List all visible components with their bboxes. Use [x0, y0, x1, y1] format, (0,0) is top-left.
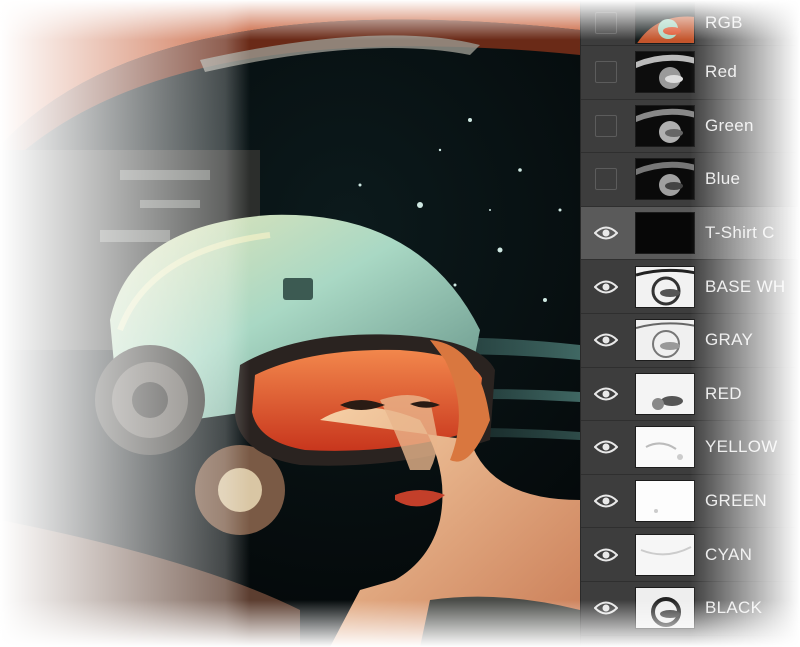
visibility-toggle[interactable] — [581, 314, 631, 367]
eye-icon[interactable] — [594, 225, 618, 241]
layer-label: GREEN — [705, 491, 767, 511]
visibility-toggle[interactable] — [581, 153, 631, 206]
visibility-toggle[interactable] — [581, 100, 631, 153]
layer-row-red[interactable]: RED — [581, 368, 800, 422]
eye-icon[interactable] — [594, 279, 618, 295]
visibility-toggle[interactable] — [581, 528, 631, 581]
app-window: RGB Red Green Blue T-Shirt C BASE WH GRA… — [0, 0, 800, 647]
visibility-checkbox[interactable] — [595, 61, 617, 84]
visibility-toggle[interactable] — [581, 0, 631, 45]
layer-thumbnail — [635, 480, 695, 523]
eye-icon[interactable] — [594, 547, 618, 563]
layer-label: YELLOW — [705, 437, 778, 457]
layer-row-base-white[interactable]: BASE WH — [581, 260, 800, 314]
retro-astronaut-illustration — [0, 0, 580, 647]
channel-thumbnail — [635, 1, 695, 44]
layer-row-green[interactable]: GREEN — [581, 475, 800, 529]
channel-label: Red — [705, 62, 738, 82]
layer-label: RED — [705, 383, 742, 403]
channel-label: Green — [705, 115, 754, 135]
visibility-toggle[interactable] — [581, 46, 631, 99]
artwork-canvas[interactable] — [0, 0, 580, 647]
layer-row-black[interactable]: BLACK — [581, 582, 800, 636]
channel-thumbnail — [635, 158, 695, 201]
layer-label: GRAY — [705, 330, 754, 350]
eye-icon[interactable] — [594, 386, 618, 402]
eye-icon[interactable] — [594, 493, 618, 509]
visibility-checkbox[interactable] — [595, 168, 617, 191]
layer-thumbnail — [635, 212, 695, 255]
visibility-checkbox[interactable] — [595, 11, 617, 34]
channel-row-red[interactable]: Red — [581, 46, 800, 100]
visibility-toggle[interactable] — [581, 582, 631, 635]
visibility-toggle[interactable] — [581, 368, 631, 421]
layer-thumbnail — [635, 426, 695, 469]
channel-label: RGB — [705, 12, 743, 32]
channel-thumbnail — [635, 51, 695, 94]
layer-label: CYAN — [705, 544, 753, 564]
layer-row-tshirt-color[interactable]: T-Shirt C — [581, 206, 800, 261]
layer-row-gray[interactable]: GRAY — [581, 314, 800, 368]
visibility-toggle[interactable] — [581, 475, 631, 528]
channel-row-green[interactable]: Green — [581, 100, 800, 154]
channel-label: Blue — [705, 169, 741, 189]
layer-label: BASE WH — [705, 276, 786, 296]
layer-row-yellow[interactable]: YELLOW — [581, 421, 800, 475]
eye-icon[interactable] — [594, 600, 618, 616]
layer-thumbnail — [635, 265, 695, 308]
layer-thumbnail — [635, 319, 695, 362]
layer-thumbnail — [635, 533, 695, 576]
eye-icon[interactable] — [594, 439, 618, 455]
eye-icon[interactable] — [594, 332, 618, 348]
visibility-checkbox[interactable] — [595, 114, 617, 137]
visibility-toggle[interactable] — [581, 421, 631, 474]
layer-thumbnail — [635, 372, 695, 415]
layer-thumbnail — [635, 587, 695, 630]
layer-row-cyan[interactable]: CYAN — [581, 528, 800, 582]
channel-row-blue[interactable]: Blue — [581, 153, 800, 207]
visibility-toggle[interactable] — [581, 207, 631, 260]
layer-label: BLACK — [705, 598, 763, 618]
visibility-toggle[interactable] — [581, 260, 631, 313]
layers-panel: RGB Red Green Blue T-Shirt C BASE WH GRA… — [580, 0, 800, 647]
channel-thumbnail — [635, 104, 695, 147]
layer-label: T-Shirt C — [705, 223, 775, 243]
channel-row-rgb[interactable]: RGB — [581, 0, 800, 46]
